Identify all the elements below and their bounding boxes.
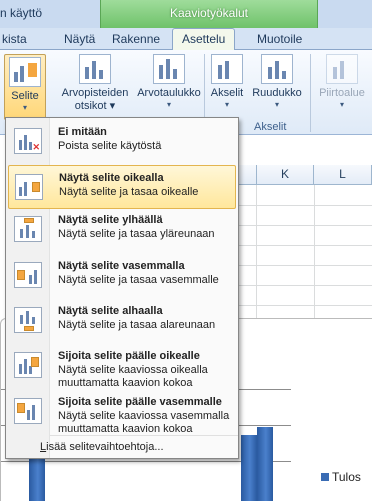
tab-view[interactable]: Näytä bbox=[64, 32, 95, 46]
tab-insert[interactable]: kista bbox=[2, 32, 27, 46]
legend-overlay-right-icon bbox=[14, 352, 42, 378]
axes-label: Akselit bbox=[210, 87, 244, 99]
legend-top-icon bbox=[14, 216, 42, 242]
menu-item-overlay-right[interactable]: Sijoita selite päälle oikealle Näytä sel… bbox=[8, 344, 236, 390]
menu-item-title: Näytä selite vasemmalla bbox=[58, 260, 185, 272]
data-labels-icon bbox=[79, 54, 111, 84]
plot-area-button: Piirtoalue ▾ bbox=[314, 54, 370, 110]
chart-tools-context-header: Kaaviotyökalut bbox=[100, 0, 318, 28]
axes-button[interactable]: Akselit ▾ bbox=[208, 54, 246, 110]
menu-item-legend-bottom[interactable]: Näytä selite alhaalla Näytä selite ja ta… bbox=[8, 299, 236, 343]
menu-item-title: Ei mitään bbox=[58, 126, 107, 138]
chevron-down-icon: ▾ bbox=[109, 100, 116, 112]
legend-left-icon bbox=[14, 262, 42, 288]
menu-item-none[interactable]: ✕ Ei mitään Poista selite käytöstä bbox=[8, 120, 236, 164]
chevron-down-icon: ▾ bbox=[22, 103, 27, 112]
chart-tools-label: Kaaviotyökalut bbox=[169, 6, 249, 20]
menu-item-title: Sijoita selite päälle vasemmalle bbox=[58, 396, 222, 408]
menu-item-overlay-left[interactable]: Sijoita selite päälle vasemmalle Näytä s… bbox=[8, 390, 236, 436]
menu-item-description: Näytä selite ja tasaa vasemmalle bbox=[58, 274, 219, 286]
tab-layout[interactable]: Asettelu bbox=[172, 28, 236, 51]
menu-item-title: Näytä selite oikealla bbox=[59, 172, 164, 184]
chevron-down-icon: ▾ bbox=[274, 100, 279, 109]
legend-bottom-icon bbox=[14, 307, 42, 333]
data-labels-button[interactable]: Arvopisteiden otsikot ▾ bbox=[60, 54, 130, 113]
menu-item-title: Sijoita selite päälle oikealle bbox=[58, 350, 200, 362]
menu-item-legend-top[interactable]: Näytä selite ylhäällä Näytä selite ja ta… bbox=[8, 208, 236, 252]
menu-item-legend-right[interactable]: Näytä selite oikealla Näytä selite ja ta… bbox=[8, 165, 236, 209]
column-header-l[interactable]: L bbox=[314, 165, 372, 185]
axes-group-label: Akselit bbox=[254, 121, 287, 133]
more-legend-options[interactable]: Lisää selitevaihtoehtoja... bbox=[40, 441, 164, 453]
ribbon-tab-row: kista Näytä Rakenne Asettelu Muotoile bbox=[0, 28, 372, 51]
legend-overlay-left-icon bbox=[14, 398, 42, 424]
legend-right-icon bbox=[15, 174, 43, 200]
legend-swatch bbox=[321, 473, 329, 481]
menu-item-title: Näytä selite alhaalla bbox=[58, 305, 163, 317]
legend-none-icon: ✕ bbox=[14, 128, 42, 154]
gridlines-button[interactable]: Ruudukko ▾ bbox=[248, 54, 306, 110]
plot-area-icon bbox=[326, 54, 358, 84]
tab-design[interactable]: Rakenne bbox=[112, 32, 160, 46]
tab-format[interactable]: Muotoile bbox=[257, 32, 302, 46]
legend-button-label: Selite bbox=[11, 90, 39, 102]
legend-entry-label: Tulos bbox=[332, 470, 361, 484]
plot-area-label: Piirtoalue bbox=[319, 87, 365, 99]
gridlines-label: Ruudukko bbox=[252, 87, 302, 99]
menu-item-legend-left[interactable]: Näytä selite vasemmalla Näytä selite ja … bbox=[8, 254, 236, 298]
menu-item-description: Näytä selite ja tasaa alareunaan bbox=[58, 319, 216, 331]
chart-bar[interactable] bbox=[241, 435, 257, 501]
chevron-down-icon: ▾ bbox=[166, 100, 171, 109]
menu-item-description: Näytä selite kaaviossa oikealla muuttama… bbox=[58, 364, 208, 389]
legend-icon bbox=[9, 57, 41, 87]
data-table-label: Arvotaulukko bbox=[137, 87, 201, 99]
ribbon-separator bbox=[310, 54, 311, 132]
legend-button[interactable]: Selite ▾ bbox=[4, 54, 46, 120]
menu-divider bbox=[50, 435, 238, 436]
title-bar: n käyttö Kaaviotyökalut bbox=[0, 0, 372, 28]
data-table-button[interactable]: Arvotaulukko ▾ bbox=[134, 54, 204, 110]
chart-legend[interactable]: Tulos bbox=[321, 470, 361, 484]
column-header-k[interactable]: K bbox=[256, 165, 314, 185]
menu-item-description: Poista selite käytöstä bbox=[58, 140, 162, 152]
menu-item-description: Näytä selite ja tasaa yläreunaan bbox=[58, 228, 215, 240]
menu-item-title: Näytä selite ylhäällä bbox=[58, 214, 163, 226]
legend-dropdown-menu: ✕ Ei mitään Poista selite käytöstä Näytä… bbox=[5, 117, 239, 459]
axes-icon bbox=[211, 54, 243, 84]
data-table-icon bbox=[153, 54, 185, 84]
data-labels-label-2: otsikot bbox=[74, 100, 107, 112]
menu-item-description: Näytä selite kaaviossa vasemmalla muutta… bbox=[58, 410, 230, 435]
data-labels-label-1: Arvopisteiden bbox=[61, 87, 129, 99]
gridlines-icon bbox=[261, 54, 293, 84]
window-title: n käyttö bbox=[0, 6, 43, 20]
chevron-down-icon: ▾ bbox=[339, 100, 344, 109]
chevron-down-icon: ▾ bbox=[224, 100, 229, 109]
menu-item-description: Näytä selite ja tasaa oikealle bbox=[59, 186, 199, 198]
chart-bar[interactable] bbox=[257, 427, 273, 501]
